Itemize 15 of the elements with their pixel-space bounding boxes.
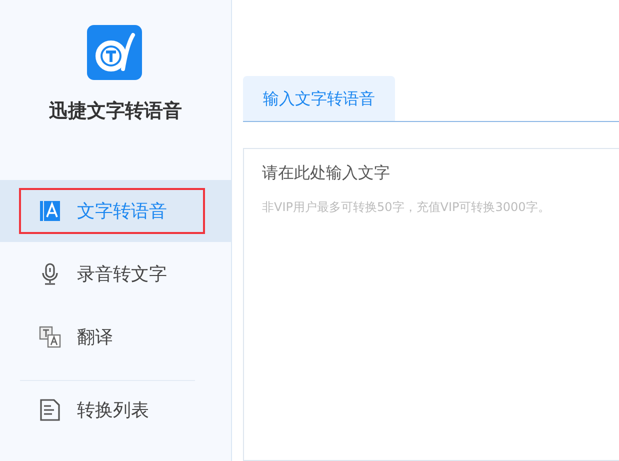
text-a-icon: [39, 200, 61, 222]
microphone-icon: [39, 262, 61, 284]
app-logo-icon: [87, 25, 142, 80]
sidebar-item[interactable]: 录音转文字: [0, 242, 231, 305]
sidebar-item-label: 翻译: [77, 326, 113, 348]
sidebar-item-label: 文字转语音: [77, 200, 167, 223]
sidebar-item-label: 转换列表: [77, 399, 149, 422]
sidebar-item-label: 录音转文字: [77, 262, 167, 286]
app-title: 迅捷文字转语音: [49, 99, 182, 124]
sidebar-item[interactable]: 翻译: [0, 305, 231, 368]
translate-icon: [39, 326, 61, 348]
sidebar-item[interactable]: 转换列表: [0, 395, 231, 425]
limit-hint: 非VIP用户最多可转换50字，充值VIP可转换3000字。: [262, 199, 551, 216]
document-list-icon: [39, 399, 61, 421]
text-input-field[interactable]: 请在此处输入文字: [262, 163, 602, 189]
